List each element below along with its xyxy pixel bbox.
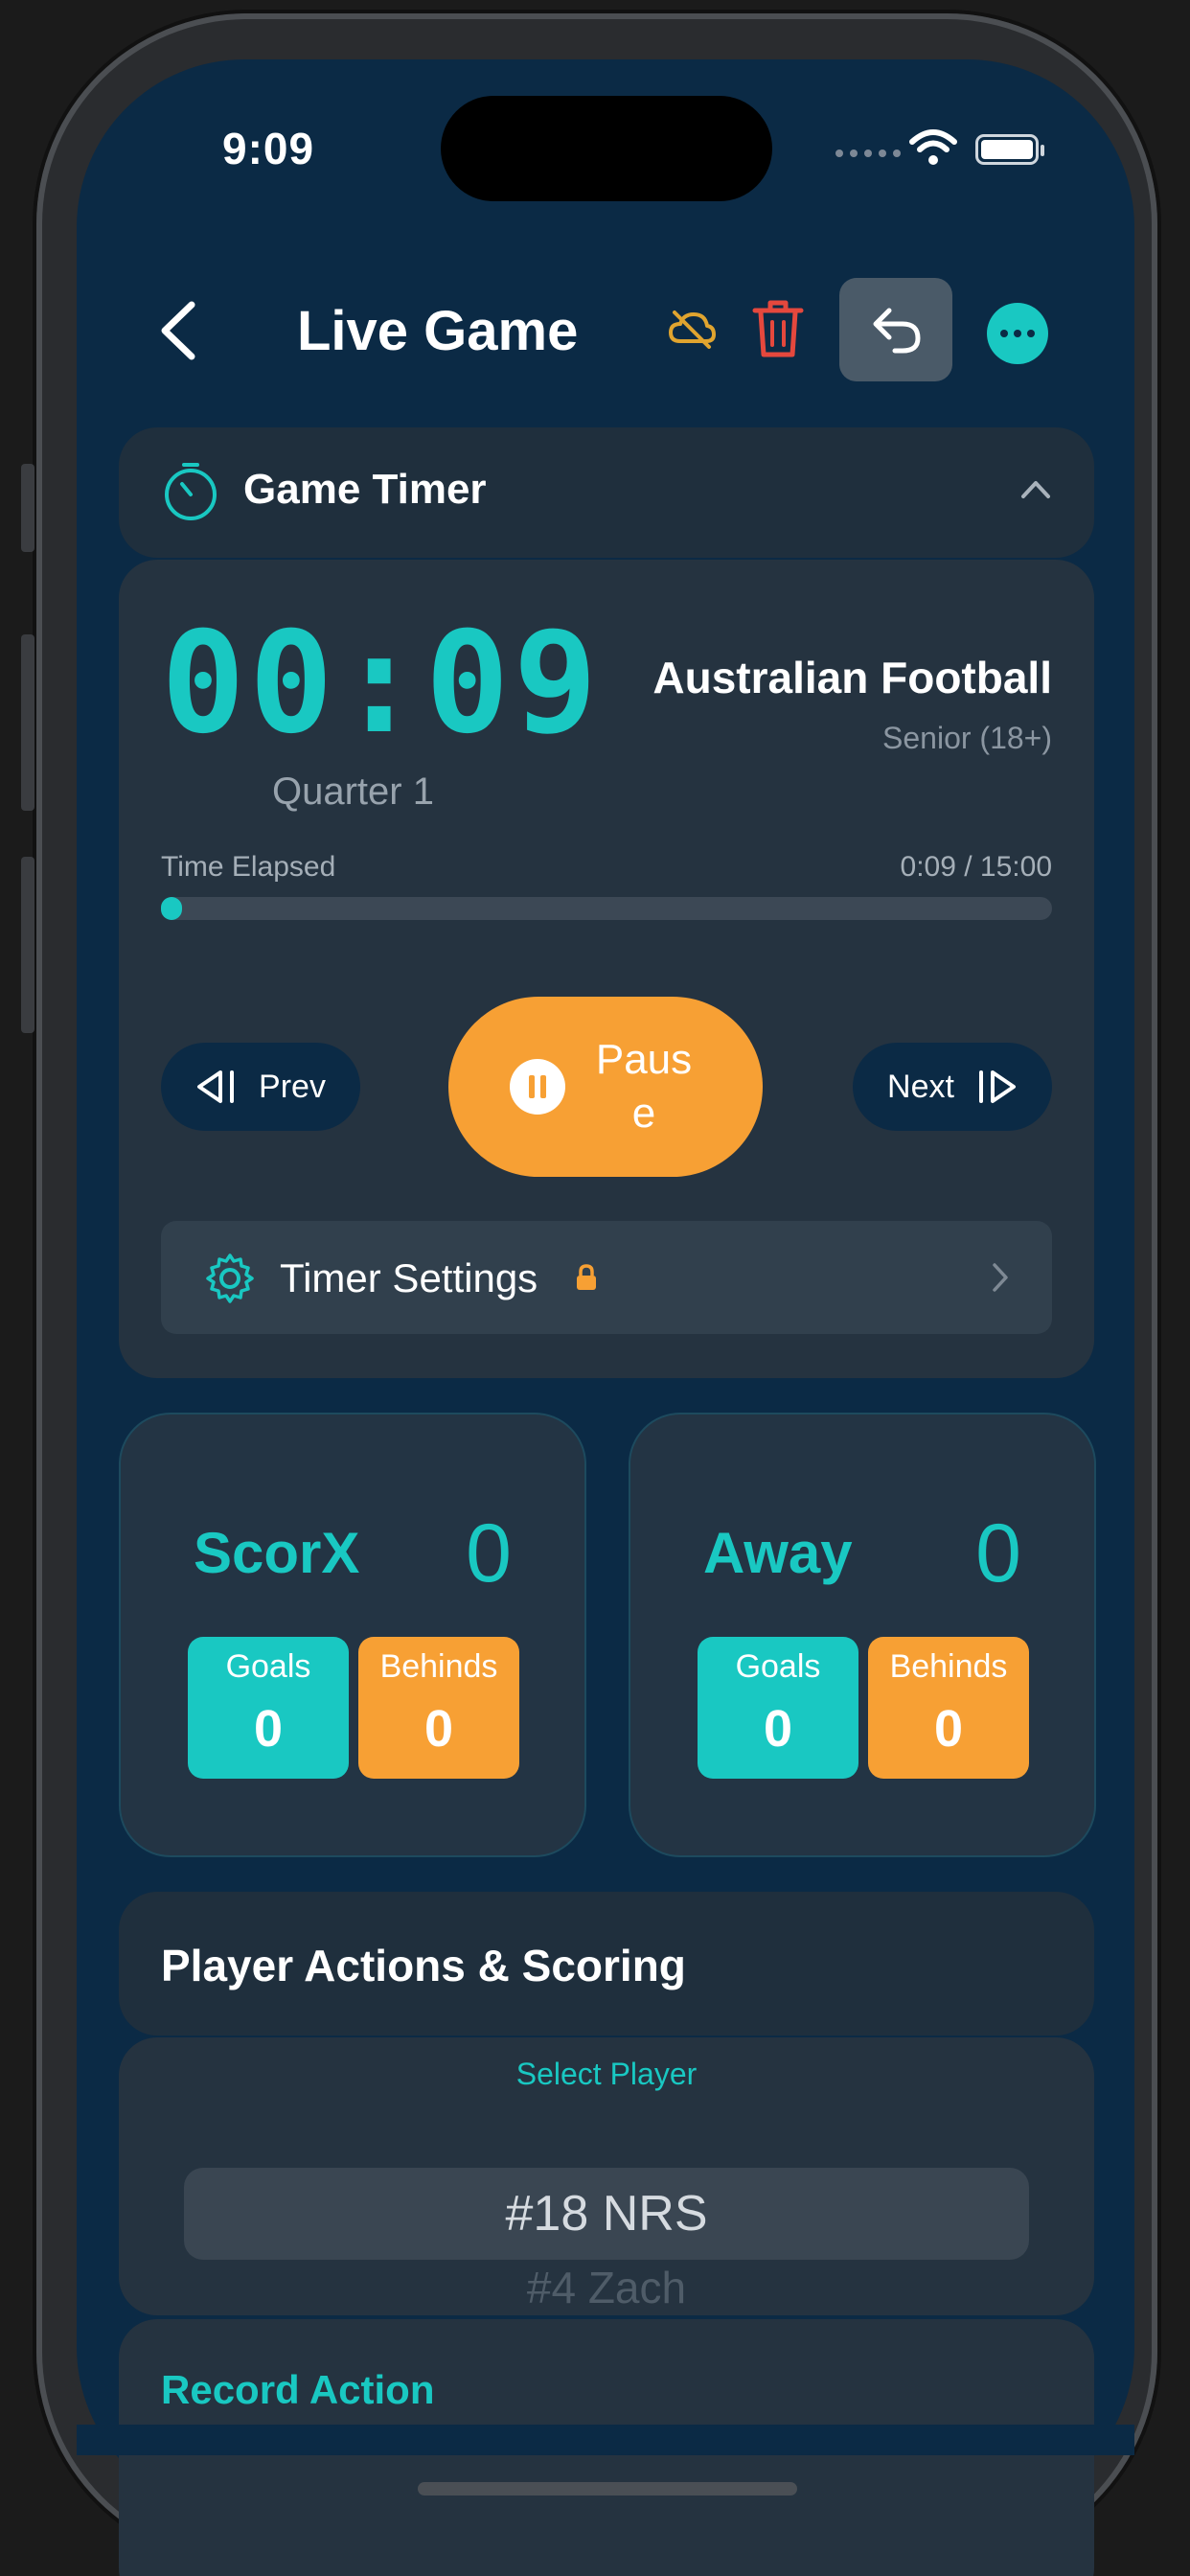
wifi-icon xyxy=(909,129,957,165)
mute-switch xyxy=(21,464,34,552)
home-behinds-value: 0 xyxy=(423,1700,454,1758)
volume-up-button xyxy=(21,634,34,811)
player-actions-title: Player Actions & Scoring xyxy=(161,1941,686,1990)
time-elapsed-value: 0:09 / 15:00 xyxy=(900,851,1052,883)
pause-icon xyxy=(510,1059,565,1115)
home-behinds-button[interactable]: Behinds 0 xyxy=(358,1637,519,1779)
elapsed-progress-fill xyxy=(161,897,182,920)
game-timer-panel: 00:09 Quarter 1 Australian Football Seni… xyxy=(119,560,1094,1378)
away-goals-button[interactable]: Goals 0 xyxy=(698,1637,858,1779)
timer-settings-label: Timer Settings xyxy=(280,1255,538,1300)
away-team-score: 0 xyxy=(975,1507,1021,1599)
next-period-button[interactable]: Next xyxy=(853,1043,1052,1131)
away-goals-label: Goals xyxy=(735,1648,821,1685)
player-actions-header: Player Actions & Scoring xyxy=(119,1892,1094,2036)
next-icon xyxy=(978,1070,1016,1103)
select-player-label: Select Player xyxy=(515,2057,698,2091)
prev-icon xyxy=(197,1070,235,1103)
back-chevron-icon[interactable] xyxy=(153,299,205,362)
gear-icon xyxy=(206,1254,254,1303)
cellular-signal-icon xyxy=(835,150,901,157)
bottom-safe-area xyxy=(77,2425,1134,2455)
home-team-name: ScorX xyxy=(194,1521,360,1585)
prev-period-button[interactable]: Prev xyxy=(161,1043,360,1131)
game-clock: 00:09 xyxy=(161,602,602,765)
home-goals-button[interactable]: Goals 0 xyxy=(188,1637,349,1779)
time-elapsed-label: Time Elapsed xyxy=(161,851,336,883)
chevron-right-icon xyxy=(993,1263,1008,1292)
prev-label: Prev xyxy=(259,1068,326,1105)
next-label: Next xyxy=(887,1068,954,1105)
away-team-card: Away 0 Goals 0 Behinds 0 xyxy=(629,1413,1096,1857)
player-picker[interactable]: Select Player #18 NRS #4 Zach xyxy=(119,2037,1094,2315)
pause-button[interactable]: Pause xyxy=(448,997,763,1177)
volume-down-button xyxy=(21,857,34,1033)
home-indicator[interactable] xyxy=(418,2482,797,2496)
timer-settings-row[interactable]: Timer Settings xyxy=(161,1221,1052,1334)
record-action-title: Record Action xyxy=(161,2367,435,2412)
home-goals-label: Goals xyxy=(225,1648,311,1685)
dynamic-island xyxy=(441,96,772,201)
game-timer-header[interactable]: Game Timer xyxy=(119,427,1094,558)
away-team-name: Away xyxy=(703,1521,853,1585)
home-team-card: ScorX 0 Goals 0 Behinds 0 xyxy=(119,1413,586,1857)
selected-player-row[interactable]: #18 NRS xyxy=(184,2168,1029,2260)
picker-next-player[interactable]: #4 Zach xyxy=(119,2262,1094,2313)
cloud-offline-icon[interactable] xyxy=(667,307,717,351)
sport-name: Australian Football xyxy=(652,653,1052,702)
away-goals-value: 0 xyxy=(763,1700,793,1758)
undo-button[interactable] xyxy=(839,278,952,381)
game-timer-title: Game Timer xyxy=(243,466,487,513)
division-label: Senior (18+) xyxy=(882,721,1052,755)
pause-label: Pause xyxy=(595,1036,693,1137)
battery-icon xyxy=(975,134,1044,165)
lock-icon xyxy=(577,1264,596,1290)
period-label: Quarter 1 xyxy=(272,770,434,813)
undo-arrow-icon xyxy=(873,308,921,354)
trash-icon[interactable] xyxy=(751,297,805,360)
more-options-button[interactable] xyxy=(987,303,1048,364)
status-time: 9:09 xyxy=(222,124,315,173)
home-team-score: 0 xyxy=(466,1507,512,1599)
elapsed-progress-bar xyxy=(161,897,1052,920)
page-title: Live Game xyxy=(297,300,579,362)
away-behinds-button[interactable]: Behinds 0 xyxy=(868,1637,1029,1779)
stopwatch-icon xyxy=(165,463,217,520)
chevron-up-icon[interactable] xyxy=(1019,477,1052,500)
away-behinds-value: 0 xyxy=(933,1700,964,1758)
home-goals-value: 0 xyxy=(253,1700,284,1758)
away-behinds-label: Behinds xyxy=(889,1648,1008,1685)
home-behinds-label: Behinds xyxy=(379,1648,498,1685)
ellipsis-icon xyxy=(1000,330,1008,337)
